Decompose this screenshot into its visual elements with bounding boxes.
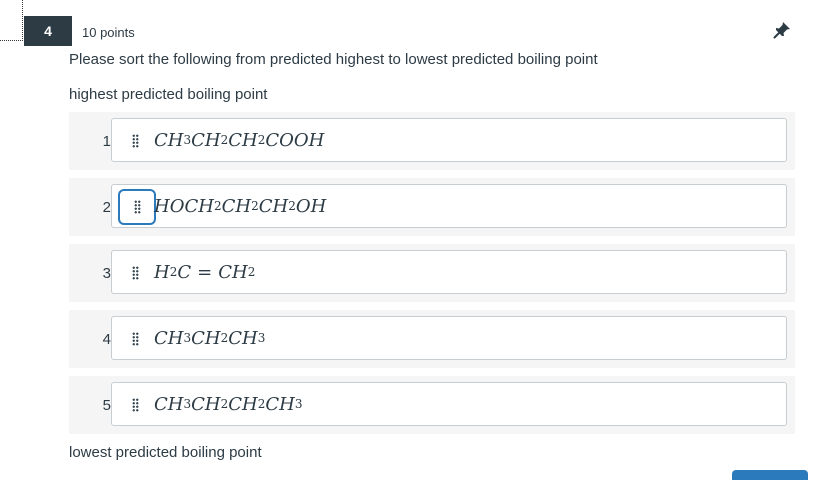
ordering-item[interactable]: CH 3 CH 2 CH 2 CH 3 — [111, 382, 787, 426]
row-rank: 1 — [102, 132, 111, 150]
drag-handle-icon — [133, 200, 141, 214]
row-rank: 4 — [102, 330, 111, 348]
drag-handle[interactable] — [126, 395, 144, 415]
drag-handle-icon — [131, 266, 139, 280]
next-button[interactable] — [732, 470, 808, 480]
formula: HOCH 2 CH 2 CH 2 OH — [154, 195, 327, 217]
pin-icon[interactable] — [772, 20, 792, 40]
formula: CH 3 CH 2 CH 2 COOH — [154, 129, 325, 151]
ordering-item[interactable]: CH 3 CH 2 CH 3 — [111, 316, 787, 360]
row-rank: 5 — [102, 396, 111, 414]
drag-handle-icon — [131, 398, 139, 412]
question-prompt: Please sort the following from predicted… — [69, 51, 598, 68]
ordering-row: 4 CH 3 CH 2 CH 3 — [69, 310, 795, 368]
drag-handle[interactable] — [118, 189, 156, 225]
question-number-badge: 4 — [24, 16, 72, 46]
ordering-row: 1 CH 3 CH 2 CH 2 COOH — [69, 112, 795, 170]
ordering-item[interactable]: HOCH 2 CH 2 CH 2 OH — [111, 184, 787, 228]
drag-handle-icon — [131, 134, 139, 148]
formula: H 2 C = CH 2 — [154, 261, 256, 283]
ordering-row: 5 CH 3 CH 2 CH 2 CH 3 — [69, 376, 795, 434]
question-points: 10 points — [82, 25, 135, 40]
ordering-item[interactable]: CH 3 CH 2 CH 2 COOH — [111, 118, 787, 162]
drag-handle[interactable] — [126, 263, 144, 283]
formula: CH 3 CH 2 CH 3 — [154, 327, 266, 349]
row-rank: 2 — [102, 198, 111, 216]
drag-handle[interactable] — [126, 131, 144, 151]
top-order-label: highest predicted boiling point — [69, 86, 268, 103]
drag-handle-icon — [131, 332, 139, 346]
formula: CH 3 CH 2 CH 2 CH 3 — [154, 393, 303, 415]
ordering-item[interactable]: H 2 C = CH 2 — [111, 250, 787, 294]
bottom-order-label: lowest predicted boiling point — [69, 444, 262, 461]
row-rank: 3 — [102, 264, 111, 282]
drag-handle[interactable] — [126, 329, 144, 349]
ordering-row: 2 HOCH 2 CH 2 CH 2 OH — [69, 178, 795, 236]
ordering-row: 3 H 2 C = CH 2 — [69, 244, 795, 302]
corner-marker — [0, 0, 23, 41]
